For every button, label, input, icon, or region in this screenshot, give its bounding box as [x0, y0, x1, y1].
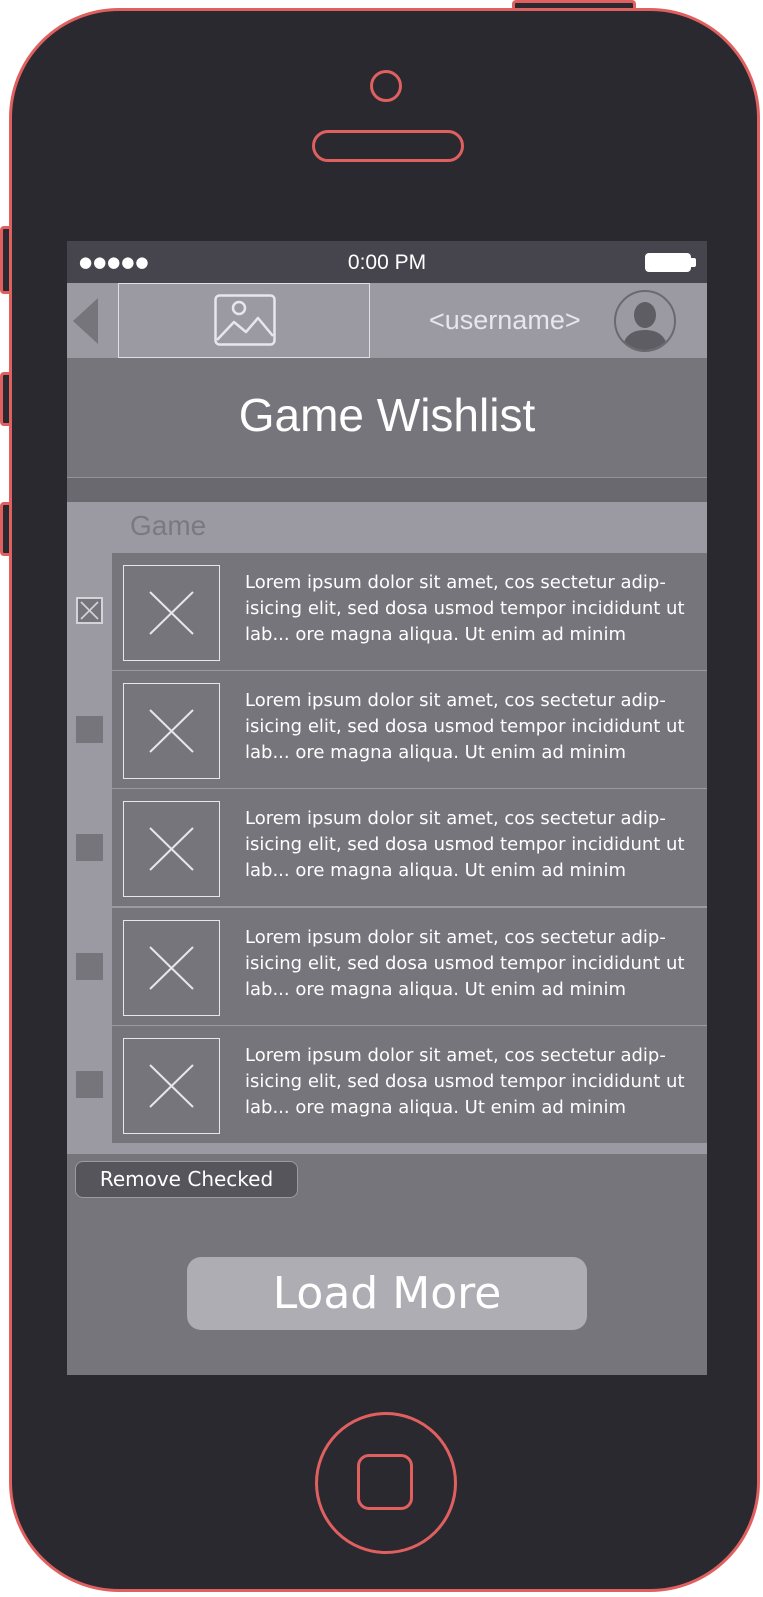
placeholder-x-icon	[149, 591, 194, 635]
status-bar: ●●●●● 0:00 PM	[67, 241, 707, 283]
logo-image-placeholder	[118, 283, 370, 358]
game-thumbnail-placeholder	[123, 801, 220, 897]
game-description: Lorem ipsum dolor sit amet, cos sectetur…	[245, 927, 685, 1000]
header-divider	[67, 478, 707, 502]
username-label[interactable]: <username>	[429, 305, 581, 336]
game-description: Lorem ipsum dolor sit amet, cos sectetur…	[245, 1045, 685, 1118]
placeholder-x-icon	[149, 946, 194, 990]
remove-checked-button[interactable]: Remove Checked	[75, 1161, 298, 1198]
status-time: 0:00 PM	[347, 251, 427, 274]
game-thumbnail-placeholder	[123, 1038, 220, 1134]
wishlist-table: Game Lorem ipsum dolor sit amet, cos sec…	[67, 502, 707, 1154]
list-item[interactable]: Lorem ipsum dolor sit amet, cos sectetur…	[112, 1025, 707, 1143]
app-screen: ●●●●● 0:00 PM <username> Game Wishlist G…	[67, 241, 707, 1375]
row-checkbox[interactable]	[76, 597, 103, 624]
back-arrow-icon[interactable]	[73, 298, 98, 344]
page-title: Game Wishlist	[238, 389, 536, 441]
avatar-silhouette	[622, 302, 668, 350]
placeholder-x-icon	[149, 1064, 194, 1108]
list-item[interactable]: Lorem ipsum dolor sit amet, cos sectetur…	[112, 907, 707, 1025]
image-icon	[214, 294, 276, 346]
battery-tip	[691, 258, 696, 267]
front-camera	[370, 70, 402, 102]
game-thumbnail-placeholder	[123, 683, 220, 779]
nav-bar: <username>	[67, 283, 707, 358]
placeholder-x-icon	[149, 709, 194, 753]
game-description: Lorem ipsum dolor sit amet, cos sectetur…	[245, 690, 685, 763]
column-header-game: Game	[130, 510, 207, 541]
earpiece-speaker	[312, 130, 464, 162]
game-thumbnail-placeholder	[123, 920, 220, 1016]
checkmark-x-icon	[80, 601, 99, 620]
list-item[interactable]: Lorem ipsum dolor sit amet, cos sectetur…	[112, 670, 707, 788]
row-checkbox[interactable]	[76, 716, 103, 743]
home-button-icon	[357, 1454, 413, 1510]
game-thumbnail-placeholder	[123, 565, 220, 661]
row-checkbox[interactable]	[76, 953, 103, 980]
user-avatar-icon[interactable]	[614, 290, 676, 352]
placeholder-x-icon	[149, 827, 194, 871]
game-description: Lorem ipsum dolor sit amet, cos sectetur…	[245, 572, 685, 645]
list-item[interactable]: Lorem ipsum dolor sit amet, cos sectetur…	[112, 788, 707, 906]
game-description: Lorem ipsum dolor sit amet, cos sectetur…	[245, 808, 685, 881]
load-more-button[interactable]: Load More	[187, 1257, 587, 1330]
row-checkbox[interactable]	[76, 834, 103, 861]
row-checkbox[interactable]	[76, 1071, 103, 1098]
page-header: Game Wishlist	[67, 358, 707, 478]
battery-icon	[645, 253, 691, 272]
list-item[interactable]: Lorem ipsum dolor sit amet, cos sectetur…	[112, 552, 707, 670]
